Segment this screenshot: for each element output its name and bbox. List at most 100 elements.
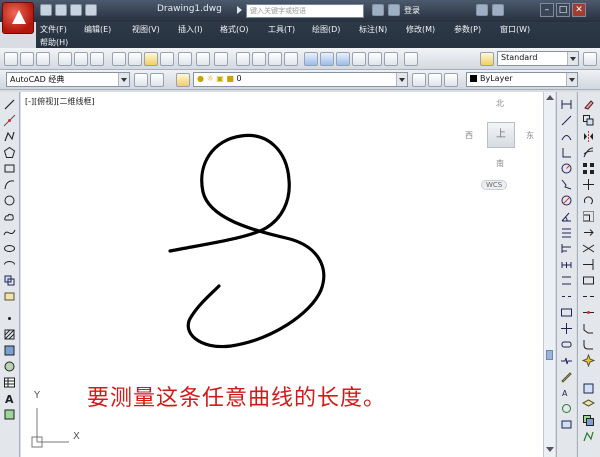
diameter-dimension-icon[interactable] xyxy=(560,194,573,207)
ellipse-icon[interactable] xyxy=(3,242,16,255)
vertical-scrollbar[interactable] xyxy=(543,92,555,457)
copy-icon[interactable] xyxy=(128,52,142,66)
menu-view[interactable]: 视图(V) xyxy=(132,24,160,35)
help-icon[interactable] xyxy=(404,52,418,66)
jogged-dimension-icon[interactable] xyxy=(560,178,573,191)
menu-edit[interactable]: 编辑(E) xyxy=(84,24,111,35)
fillet-icon[interactable] xyxy=(582,338,595,351)
calculator-icon[interactable] xyxy=(384,52,398,66)
minimize-button[interactable]: – xyxy=(540,3,554,17)
trim-icon[interactable] xyxy=(582,242,595,255)
pan-icon[interactable] xyxy=(236,52,250,66)
maximize-button[interactable]: □ xyxy=(556,3,570,17)
make-current-layer-icon[interactable] xyxy=(412,73,426,87)
ordinate-dimension-icon[interactable] xyxy=(560,146,573,159)
dimension-space-icon[interactable] xyxy=(560,274,573,287)
ellipse-arc-icon[interactable] xyxy=(3,258,16,271)
properties-panel-icon[interactable] xyxy=(582,382,595,395)
array-icon[interactable] xyxy=(582,162,595,175)
menu-tools[interactable]: 工具(T) xyxy=(268,24,295,35)
polyline-icon[interactable] xyxy=(3,130,16,143)
drawing-canvas[interactable]: [-][俯视][二维线框] 北 西 上 东 南 WCS Y X 要测量这条任意曲… xyxy=(21,92,543,457)
linear-dimension-icon[interactable] xyxy=(560,98,573,111)
revision-cloud-icon[interactable] xyxy=(3,210,16,223)
join-icon[interactable] xyxy=(582,306,595,319)
exchange-icon[interactable] xyxy=(476,4,488,16)
save-icon[interactable] xyxy=(70,4,82,16)
point-icon[interactable] xyxy=(3,312,16,325)
properties-icon[interactable] xyxy=(304,52,318,66)
workspace-select[interactable]: AutoCAD 经典 xyxy=(6,72,130,87)
polygon-icon[interactable] xyxy=(3,146,16,159)
zoom-realtime-icon[interactable] xyxy=(252,52,266,66)
line-icon[interactable] xyxy=(3,98,16,111)
circle-icon[interactable] xyxy=(3,194,16,207)
markup-icon[interactable] xyxy=(368,52,382,66)
scale-icon[interactable] xyxy=(582,210,595,223)
jogged-linear-icon[interactable] xyxy=(560,354,573,367)
scroll-up-icon[interactable] xyxy=(546,95,554,100)
edit-polyline-icon[interactable] xyxy=(582,430,595,443)
baseline-dimension-icon[interactable] xyxy=(560,242,573,255)
layer-properties-icon[interactable] xyxy=(176,73,190,87)
aligned-dimension-icon[interactable] xyxy=(560,114,573,127)
dimension-style-icon[interactable] xyxy=(583,52,597,66)
move-icon[interactable] xyxy=(582,178,595,191)
menu-draw[interactable]: 绘图(D) xyxy=(312,24,340,35)
close-button[interactable]: ✕ xyxy=(572,3,586,17)
zoom-window-icon[interactable] xyxy=(268,52,282,66)
layer-states-icon[interactable] xyxy=(581,398,596,411)
region-icon[interactable] xyxy=(3,360,16,373)
scroll-down-icon[interactable] xyxy=(546,447,554,452)
menu-insert[interactable]: 插入(I) xyxy=(178,24,203,35)
menu-format[interactable]: 格式(O) xyxy=(220,24,249,35)
menu-modify[interactable]: 修改(M) xyxy=(406,24,435,35)
stretch-icon[interactable] xyxy=(582,226,595,239)
continue-dimension-icon[interactable] xyxy=(560,258,573,271)
binoculars-icon[interactable] xyxy=(372,4,384,16)
tolerance-icon[interactable] xyxy=(560,306,573,319)
design-center-icon[interactable] xyxy=(320,52,334,66)
chamfer-icon[interactable] xyxy=(582,322,595,335)
redo-icon[interactable] xyxy=(214,52,228,66)
copy-object-icon[interactable] xyxy=(582,114,595,127)
help-icon[interactable] xyxy=(492,4,504,16)
new-icon[interactable] xyxy=(4,52,18,66)
text-style-select[interactable]: Standard xyxy=(497,51,579,66)
dimension-update-icon[interactable] xyxy=(560,402,573,415)
menu-window[interactable]: 窗口(W) xyxy=(500,24,530,35)
plot-icon[interactable] xyxy=(58,52,72,66)
login-button[interactable]: 登录 xyxy=(404,5,420,16)
break-at-point-icon[interactable] xyxy=(582,274,595,287)
offset-icon[interactable] xyxy=(582,146,595,159)
menu-dimension[interactable]: 标注(N) xyxy=(359,24,387,35)
search-input[interactable]: 键入关键字或短语 xyxy=(246,4,364,18)
hatch-icon[interactable] xyxy=(3,328,16,341)
draw-order-icon[interactable] xyxy=(582,414,595,427)
application-menu-button[interactable] xyxy=(2,2,34,34)
save-icon[interactable] xyxy=(36,52,50,66)
tool-palettes-icon[interactable] xyxy=(336,52,350,66)
user-icon[interactable] xyxy=(388,4,400,16)
chevron-down-icon[interactable] xyxy=(396,73,407,86)
chevron-down-icon[interactable] xyxy=(118,73,129,86)
block-editor-icon[interactable] xyxy=(178,52,192,66)
layer-state-icon[interactable] xyxy=(444,73,458,87)
arc-icon[interactable] xyxy=(3,178,16,191)
dimension-text-edit-icon[interactable]: A xyxy=(560,386,573,399)
mirror-icon[interactable] xyxy=(582,130,595,143)
layer-select[interactable]: ● ☼ ▣ ■ 0 xyxy=(193,72,408,87)
open-file-icon[interactable] xyxy=(55,4,67,16)
construction-line-icon[interactable] xyxy=(3,114,16,127)
paste-icon[interactable] xyxy=(144,52,158,66)
cut-icon[interactable] xyxy=(112,52,126,66)
chevron-down-icon[interactable] xyxy=(567,52,578,65)
dimension-edit-icon[interactable] xyxy=(560,370,573,383)
explode-icon[interactable] xyxy=(581,353,596,368)
chevron-down-icon[interactable] xyxy=(566,73,577,86)
menu-help[interactable]: 帮助(H) xyxy=(40,37,68,48)
color-select[interactable]: ByLayer xyxy=(466,72,578,87)
freeform-curve[interactable] xyxy=(168,133,326,349)
table-icon[interactable] xyxy=(3,376,16,389)
text-style-icon[interactable] xyxy=(480,52,494,66)
